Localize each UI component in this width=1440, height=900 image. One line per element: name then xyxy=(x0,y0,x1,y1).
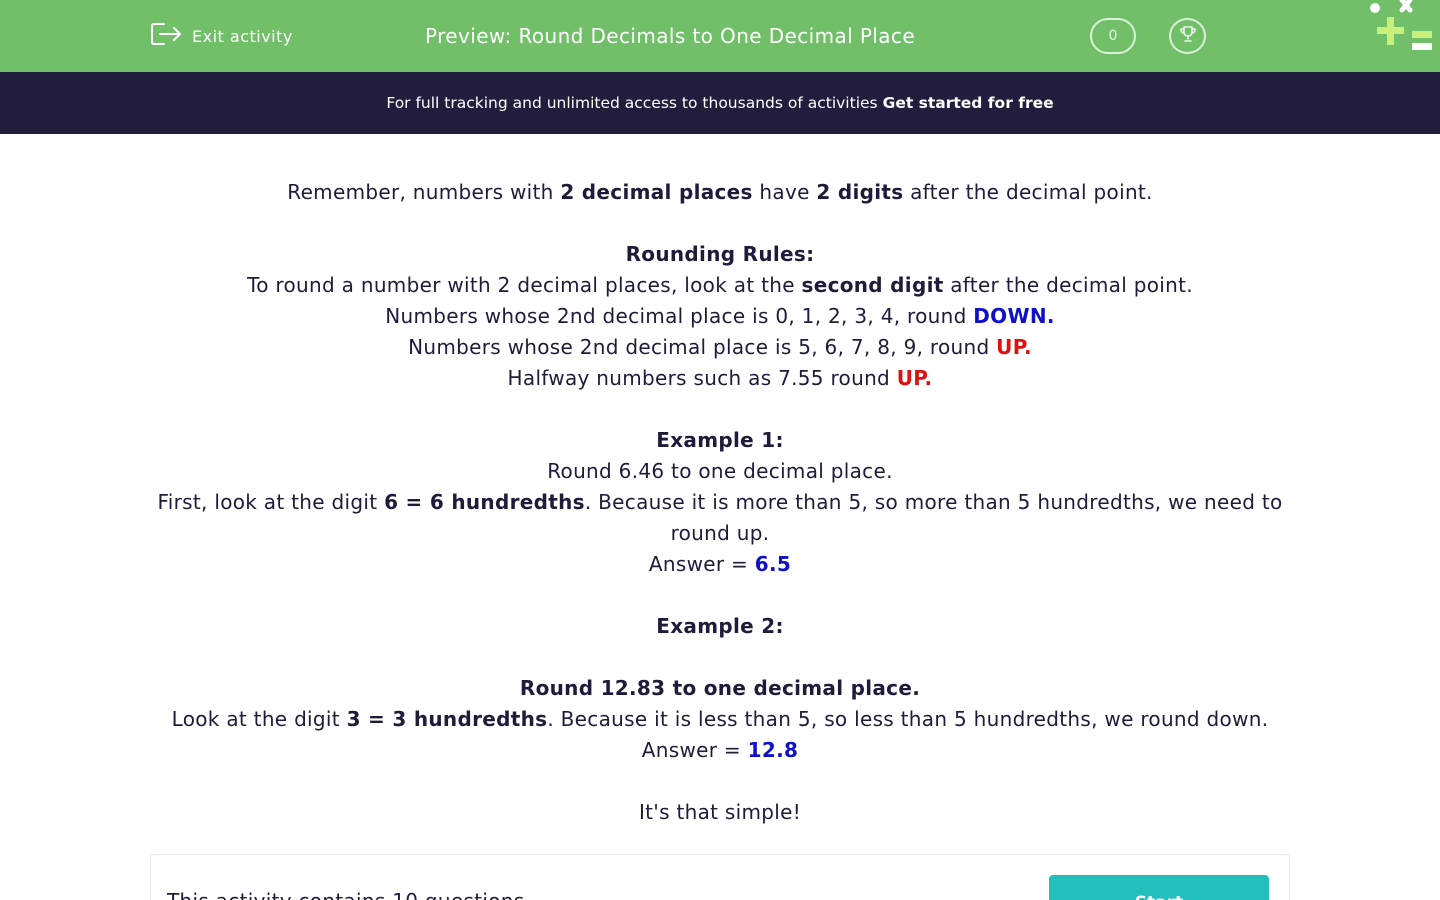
example-2-answer: Answer = 12.8 xyxy=(641,738,799,762)
rule-1: To round a number with 2 decimal places,… xyxy=(247,273,1193,297)
header-bar: Exit activity Preview: Round Decimals to… xyxy=(0,0,1440,72)
question-count-text: This activity contains 10 questions xyxy=(167,889,524,900)
intro-paragraph: Remember, numbers with 2 decimal places … xyxy=(287,180,1153,204)
trophy-button[interactable] xyxy=(1169,18,1206,54)
score-counter: 0 xyxy=(1090,18,1136,54)
exit-activity-label: Exit activity xyxy=(192,26,293,46)
rule-4: Halfway numbers such as 7.55 round UP. xyxy=(507,366,933,390)
rules-heading: Rounding Rules: xyxy=(625,242,815,266)
rule-3: Numbers whose 2nd decimal place is 5, 6,… xyxy=(408,335,1032,359)
promo-text: For full tracking and unlimited access t… xyxy=(386,94,878,112)
rule-2: Numbers whose 2nd decimal place is 0, 1,… xyxy=(385,304,1055,328)
example-1-explanation: First, look at the digit 6 = 6 hundredth… xyxy=(157,490,1283,545)
start-button[interactable]: Start xyxy=(1049,875,1269,900)
example-2-explanation: Look at the digit 3 = 3 hundredths. Beca… xyxy=(171,707,1269,731)
example-1-heading: Example 1: xyxy=(656,428,784,452)
activity-info-card: This activity contains 10 questions Star… xyxy=(150,854,1290,900)
get-started-link[interactable]: Get started for free xyxy=(883,94,1054,112)
example-1-answer: Answer = 6.5 xyxy=(648,552,792,576)
trophy-icon xyxy=(1178,24,1198,48)
exit-icon xyxy=(150,20,182,52)
example-2-question: Round 12.83 to one decimal place. xyxy=(519,676,921,700)
exit-activity-button[interactable]: Exit activity xyxy=(150,22,293,50)
page-title: Preview: Round Decimals to One Decimal P… xyxy=(425,24,916,48)
example-1-question: Round 6.46 to one decimal place. xyxy=(547,459,893,483)
plus-times-equals-logo xyxy=(1366,0,1440,56)
promo-banner: For full tracking and unlimited access t… xyxy=(0,72,1440,134)
closing-text: It's that simple! xyxy=(638,800,802,824)
lesson-content: Remember, numbers with 2 decimal places … xyxy=(150,177,1290,828)
example-2-heading: Example 2: xyxy=(656,614,784,638)
